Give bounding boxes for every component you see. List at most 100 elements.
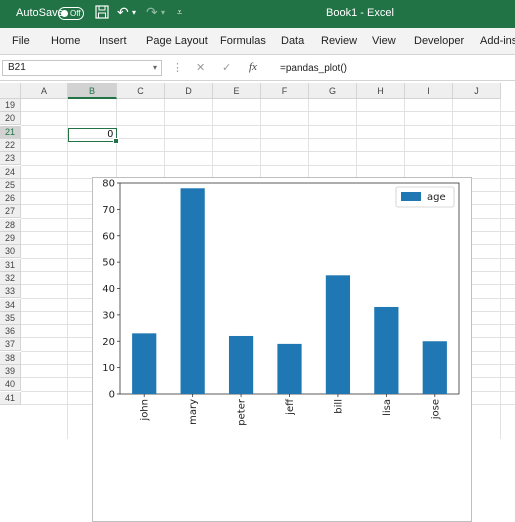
x-tick-label-mary: mary bbox=[188, 399, 199, 425]
tab-insert[interactable]: Insert bbox=[99, 35, 127, 47]
gridline-horizontal bbox=[21, 124, 515, 126]
bar-lisa bbox=[374, 306, 399, 394]
row-header-40[interactable]: 40 bbox=[0, 378, 21, 392]
gridline-horizontal bbox=[21, 151, 515, 153]
row-header-41[interactable]: 41 bbox=[0, 391, 21, 405]
column-header-b[interactable]: B bbox=[68, 83, 117, 99]
gridline-vertical bbox=[67, 99, 68, 439]
x-tick-label-peter: peter bbox=[237, 398, 248, 426]
name-box-value: B21 bbox=[8, 62, 26, 73]
autosave-toggle[interactable]: Off bbox=[58, 7, 84, 20]
row-header-27[interactable]: 27 bbox=[0, 205, 21, 219]
legend-label: age bbox=[427, 192, 446, 203]
bar-mary bbox=[180, 188, 205, 394]
row-header-34[interactable]: 34 bbox=[0, 298, 21, 312]
autosave-state: Off bbox=[70, 9, 81, 18]
row-header-33[interactable]: 33 bbox=[0, 285, 21, 299]
undo-icon[interactable]: ↶ bbox=[117, 4, 129, 21]
row-header-28[interactable]: 28 bbox=[0, 218, 21, 232]
row-header-32[interactable]: 32 bbox=[0, 271, 21, 285]
x-tick-label-jeff: jeff bbox=[285, 398, 296, 416]
row-header-26[interactable]: 26 bbox=[0, 192, 21, 206]
more-options-icon[interactable]: ⋮ bbox=[172, 61, 183, 74]
column-header-j[interactable]: J bbox=[453, 83, 501, 99]
bar-peter bbox=[228, 335, 254, 394]
name-box[interactable]: B21 ▾ bbox=[2, 60, 162, 76]
gridline-horizontal bbox=[21, 111, 515, 113]
y-tick-label: 80 bbox=[102, 179, 115, 190]
legend-swatch bbox=[401, 192, 421, 201]
column-header-f[interactable]: F bbox=[261, 83, 309, 99]
y-tick-label: 70 bbox=[102, 205, 115, 216]
tab-home[interactable]: Home bbox=[51, 35, 80, 47]
column-header-i[interactable]: I bbox=[405, 83, 453, 99]
row-header-22[interactable]: 22 bbox=[0, 138, 21, 152]
x-tick-label-bill: bill bbox=[333, 399, 344, 414]
y-tick-label: 60 bbox=[102, 231, 115, 242]
column-header-e[interactable]: E bbox=[213, 83, 261, 99]
column-header-c[interactable]: C bbox=[117, 83, 165, 99]
row-header-24[interactable]: 24 bbox=[0, 165, 21, 179]
row-header-23[interactable]: 23 bbox=[0, 152, 21, 166]
fill-handle[interactable] bbox=[113, 138, 119, 144]
row-header-20[interactable]: 20 bbox=[0, 112, 21, 126]
row-header-21[interactable]: 21 bbox=[0, 125, 21, 139]
save-icon[interactable] bbox=[95, 5, 109, 22]
tab-data[interactable]: Data bbox=[281, 35, 304, 47]
column-header-a[interactable]: A bbox=[21, 83, 68, 99]
y-tick-label: 50 bbox=[102, 258, 115, 269]
active-cell-b21[interactable]: 0 bbox=[68, 128, 119, 144]
y-tick-label: 10 bbox=[102, 363, 115, 374]
insert-function-icon[interactable]: fx bbox=[249, 61, 257, 73]
undo-dropdown-icon[interactable]: ▾ bbox=[132, 8, 136, 17]
column-header-d[interactable]: D bbox=[165, 83, 213, 99]
bar-bill bbox=[325, 275, 351, 394]
bar-jose bbox=[422, 341, 447, 394]
x-tick-label-john: john bbox=[140, 399, 151, 422]
row-header-19[interactable]: 19 bbox=[0, 99, 21, 112]
tab-formulas[interactable]: Formulas bbox=[220, 35, 266, 47]
bar-chart: 0 10 20 30 40 50 60 70 80 john mary peter jeff bill li… bbox=[102, 179, 460, 426]
enter-icon[interactable]: ✓ bbox=[222, 61, 231, 74]
x-tick-label-jose: jose bbox=[430, 399, 441, 420]
row-header-36[interactable]: 36 bbox=[0, 325, 21, 339]
y-tick-label: 20 bbox=[102, 337, 115, 348]
y-tick-label: 40 bbox=[102, 284, 115, 295]
row-header-39[interactable]: 39 bbox=[0, 365, 21, 378]
chart-object[interactable]: 0 10 20 30 40 50 60 70 80 john mary peter jeff bill li… bbox=[92, 177, 472, 522]
redo-dropdown-icon[interactable]: ▾ bbox=[161, 8, 165, 17]
document-title: Book1 - Excel bbox=[326, 7, 394, 19]
tab-developer[interactable]: Developer bbox=[414, 35, 464, 47]
gridline-vertical bbox=[500, 99, 501, 439]
row-header-31[interactable]: 31 bbox=[0, 258, 21, 272]
chevron-down-icon[interactable]: ▾ bbox=[153, 61, 157, 75]
y-tick-label: 30 bbox=[102, 310, 115, 321]
autosave-label: AutoSave bbox=[16, 7, 64, 19]
y-tick-label: 0 bbox=[109, 390, 115, 401]
tab-view[interactable]: View bbox=[372, 35, 396, 47]
select-all-corner[interactable] bbox=[0, 83, 21, 99]
tab-add-ins[interactable]: Add-ins bbox=[480, 35, 515, 47]
row-header-35[interactable]: 35 bbox=[0, 311, 21, 325]
row-header-30[interactable]: 30 bbox=[0, 245, 21, 259]
formula-bar: B21 ▾ ⋮ ✕ ✓ fx =pandas_plot() bbox=[0, 58, 515, 81]
tab-page-layout[interactable]: Page Layout bbox=[146, 35, 208, 47]
bar-john bbox=[132, 333, 157, 394]
x-tick-label-lisa: lisa bbox=[382, 399, 393, 416]
row-header-38[interactable]: 38 bbox=[0, 351, 21, 365]
bar-jeff bbox=[277, 343, 302, 394]
row-header-29[interactable]: 29 bbox=[0, 232, 21, 245]
cancel-icon[interactable]: ✕ bbox=[196, 61, 205, 74]
ribbon-tabs: File Home Insert Page Layout Formulas Da… bbox=[0, 28, 515, 55]
tab-review[interactable]: Review bbox=[321, 35, 357, 47]
title-bar: AutoSave Off ↶ ▾ ↷ ▾ ⩡ Book1 - Excel bbox=[0, 0, 515, 28]
formula-input[interactable]: =pandas_plot() bbox=[280, 63, 347, 74]
redo-icon[interactable]: ↷ bbox=[146, 4, 158, 21]
gridline-horizontal bbox=[21, 164, 515, 166]
row-header-25[interactable]: 25 bbox=[0, 178, 21, 192]
customize-toolbar-icon[interactable]: ⩡ bbox=[177, 7, 182, 18]
column-header-g[interactable]: G bbox=[309, 83, 357, 99]
tab-file[interactable]: File bbox=[12, 35, 30, 47]
column-header-h[interactable]: H bbox=[357, 83, 405, 99]
row-header-37[interactable]: 37 bbox=[0, 338, 21, 352]
